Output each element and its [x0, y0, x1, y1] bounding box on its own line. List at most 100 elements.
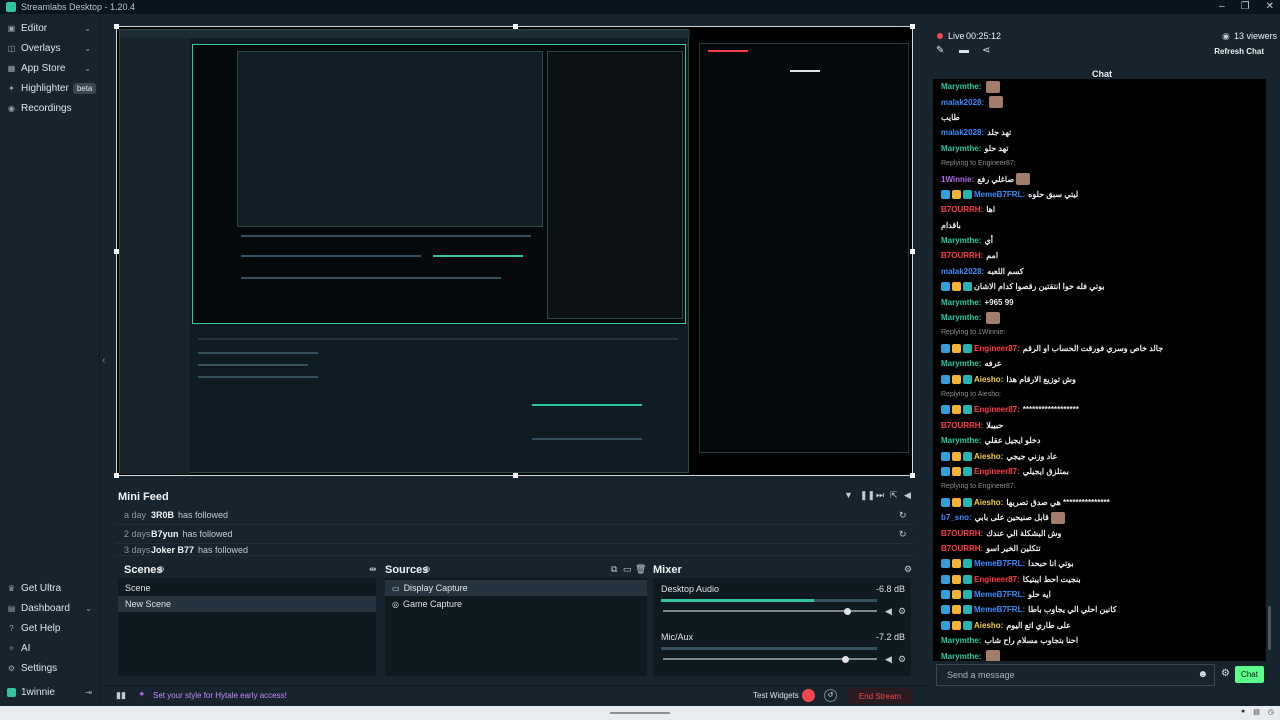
source-item[interactable]: ▭ Display Capture [385, 580, 647, 596]
popout-icon[interactable]: ⇱ [890, 490, 898, 501]
chat-message: Marymthe: +965 99 [933, 294, 1266, 309]
volume-icon[interactable]: ◀ [904, 490, 911, 501]
end-stream-button[interactable]: End Stream [847, 688, 913, 704]
chat-username[interactable]: Marymthe: [941, 436, 981, 445]
chat-username[interactable]: malak2028: [941, 98, 984, 107]
collapse-sidebar-icon[interactable]: ‹ [102, 355, 105, 366]
chat-username[interactable]: MemeB7FRL: [974, 190, 1025, 199]
chat-input[interactable]: Send a message ☻ [936, 664, 1215, 686]
performance-icon[interactable]: ▮▮ [116, 690, 126, 701]
emoji-icon[interactable]: ☻ [1197, 669, 1208, 680]
chat-username[interactable]: Aiesho: [974, 621, 1003, 630]
chat-username[interactable]: Marymthe: [941, 636, 981, 645]
refresh-chat-button[interactable]: Refresh Chat [1214, 47, 1264, 56]
resize-handle[interactable] [114, 473, 119, 478]
resize-handle[interactable] [910, 249, 915, 254]
source-folder-icon[interactable]: ▭ [623, 564, 632, 575]
chat-username[interactable]: Engineer87: [974, 575, 1020, 584]
chat-scrollbar[interactable] [1268, 606, 1271, 650]
add-scene-icon[interactable]: ⊕ [157, 564, 165, 575]
nav-app-store[interactable]: ▦ App Store ⌄ [0, 58, 99, 78]
chat-username[interactable]: malak2028: [941, 128, 984, 137]
replay-buffer-button[interactable]: ↺ [824, 689, 837, 702]
chat-input-placeholder: Send a message [947, 670, 1015, 680]
share-icon[interactable]: ⋖ [982, 45, 990, 56]
source-item[interactable]: ◎ Game Capture [385, 596, 647, 612]
chat-username[interactable]: MemeB7FRL: [974, 590, 1025, 599]
mixer-settings-icon[interactable]: ⚙ [904, 564, 912, 575]
resize-handle[interactable] [910, 24, 915, 29]
record-button[interactable] [802, 689, 815, 702]
chat-message: B7OURRH: تتكلين الخير اسو [933, 541, 1266, 556]
nav-ai[interactable]: ✧ AI [0, 638, 100, 658]
resize-handle[interactable] [910, 473, 915, 478]
chat-username[interactable]: malak2028: [941, 267, 984, 276]
delete-source-icon[interactable]: 🗑 [635, 564, 646, 575]
nav-get-help[interactable]: ? Get Help [0, 618, 100, 638]
chat-username[interactable]: 1Winnie: [941, 175, 974, 184]
chat-username[interactable]: b7_sno: [941, 513, 972, 522]
nav-editor[interactable]: ▣ Editor ⌄ [0, 18, 99, 38]
nav-recordings[interactable]: ◉ Recordings [0, 98, 99, 118]
source-group-icon[interactable]: ⧉ [611, 564, 617, 575]
repeat-icon[interactable]: ↻ [899, 529, 907, 540]
chat-text: ****************** [1022, 405, 1079, 415]
chat-username[interactable]: Marymthe: [941, 82, 981, 91]
chat-username[interactable]: Marymthe: [941, 298, 981, 307]
nav-get-ultra[interactable]: ♛ Get Ultra [0, 578, 100, 598]
logout-icon[interactable]: ⇥ [85, 688, 92, 697]
volume-slider-knob[interactable] [841, 656, 849, 663]
chat-username[interactable]: Marymthe: [941, 313, 981, 322]
nav-overlays-label: Overlays [21, 42, 61, 54]
nav-overlays[interactable]: ◫ Overlays ⌄ [0, 38, 99, 58]
chat-username[interactable]: MemeB7FRL: [974, 605, 1025, 614]
scene-transitions-icon[interactable]: ⇹ [369, 564, 377, 575]
chat-username[interactable]: Aiesho: [974, 452, 1003, 461]
close-icon[interactable]: ✕ [1266, 1, 1274, 12]
chat-send-button[interactable]: Chat [1235, 666, 1264, 683]
pause-icon[interactable]: ❚❚ [860, 490, 875, 501]
chat-message: 1Winnie: صاغلي رفع [933, 171, 1266, 186]
chat-username[interactable]: MemeB7FRL: [974, 559, 1025, 568]
scene-item[interactable]: New Scene [118, 596, 376, 612]
speaker-icon[interactable]: ◀ [885, 606, 892, 617]
minimize-icon[interactable]: – [1219, 1, 1225, 12]
chat-username[interactable]: Marymthe: [941, 236, 981, 245]
chat-username[interactable]: Engineer87: [974, 467, 1020, 476]
promo-link[interactable]: Set your style for Hytale early access! [153, 691, 287, 700]
scene-item[interactable]: Scene [118, 580, 376, 596]
channel-settings-icon[interactable]: ⚙ [898, 654, 906, 665]
speaker-icon[interactable]: ◀ [885, 654, 892, 665]
chat-username[interactable]: Marymthe: [941, 359, 981, 368]
nav-settings[interactable]: ⚙ Settings [0, 658, 100, 678]
channel-settings-icon[interactable]: ⚙ [898, 606, 906, 617]
skip-icon[interactable]: ⏭ [876, 490, 884, 501]
test-widgets-button[interactable]: Test Widgets [753, 691, 799, 700]
edit-stream-icon[interactable]: ✎ [936, 45, 944, 56]
repeat-icon[interactable]: ↻ [899, 510, 907, 521]
chat-username[interactable]: Marymthe: [941, 652, 981, 661]
clip-icon[interactable]: ▬ [959, 45, 969, 56]
chat-username[interactable]: B7OURRH: [941, 251, 983, 260]
chat-username[interactable]: B7OURRH: [941, 205, 983, 214]
chat-username[interactable]: B7OURRH: [941, 529, 983, 538]
add-source-icon[interactable]: ⊕ [423, 564, 431, 575]
display-capture-icon: ▭ [392, 583, 400, 593]
chat-username[interactable]: B7OURRH: [941, 421, 983, 430]
chat-username[interactable]: B7OURRH: [941, 544, 983, 553]
chat-message: باقدام [933, 218, 1266, 233]
chat-username[interactable]: Aiesho: [974, 498, 1003, 507]
filter-icon[interactable]: ▼ [844, 490, 853, 500]
chat-username[interactable]: Marymthe: [941, 144, 981, 153]
resize-handle[interactable] [513, 473, 518, 478]
editor-preview[interactable] [114, 24, 915, 478]
chat-username[interactable]: Aiesho: [974, 375, 1003, 384]
chat-username[interactable]: Engineer87: [974, 344, 1020, 353]
nav-dashboard[interactable]: ▤ Dashboard ⌄ [0, 598, 100, 618]
maximize-icon[interactable]: ❐ [1241, 1, 1250, 12]
chat-settings-icon[interactable]: ⚙ [1221, 668, 1230, 679]
user-account[interactable]: 1winnie ⇥ [0, 682, 100, 702]
chat-username[interactable]: Engineer87: [974, 405, 1020, 414]
volume-slider-knob[interactable] [844, 608, 852, 615]
nav-highlighter[interactable]: ✦ Highlighter beta [0, 78, 99, 98]
